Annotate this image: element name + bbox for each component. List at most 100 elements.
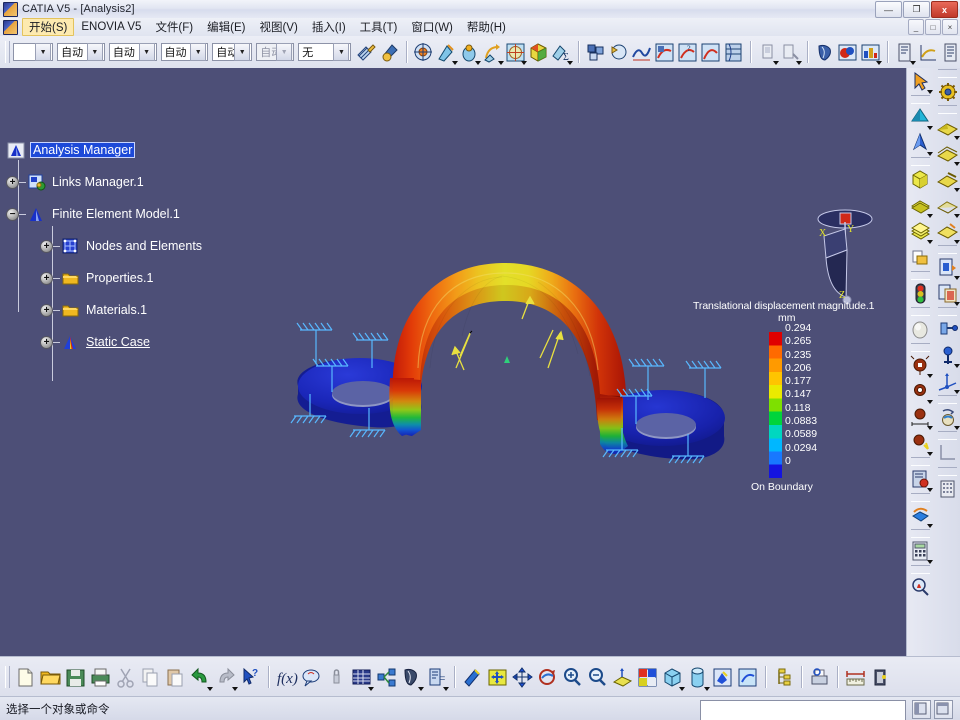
- chevron-down-icon[interactable]: [927, 214, 933, 218]
- print-icon[interactable]: [89, 666, 112, 689]
- building-icon[interactable]: [935, 477, 960, 502]
- render-style-icon[interactable]: [935, 343, 960, 368]
- chevron-down-icon[interactable]: [368, 686, 374, 691]
- normal-view-icon[interactable]: [461, 666, 484, 689]
- panel-toggle-icon[interactable]: [912, 700, 931, 719]
- power-copy-icon[interactable]: [908, 503, 933, 528]
- color-dropper-icon[interactable]: [379, 42, 400, 63]
- graph-icon[interactable]: [917, 42, 938, 63]
- corner-icon[interactable]: [935, 441, 960, 466]
- chevron-down-icon[interactable]: [679, 686, 685, 691]
- chevron-down-icon[interactable]: [927, 374, 933, 378]
- shading-material-icon[interactable]: [935, 167, 960, 192]
- window-toggle-icon[interactable]: [934, 700, 953, 719]
- report-advanced-icon[interactable]: [780, 42, 803, 65]
- chevron-down-icon[interactable]: [954, 276, 960, 280]
- chevron-down-icon[interactable]: [954, 240, 960, 244]
- menu-item-file[interactable]: 文件(F): [148, 18, 200, 36]
- chevron-down-icon[interactable]: [567, 60, 574, 65]
- results-mesh-icon[interactable]: [631, 42, 652, 63]
- moment-icon[interactable]: [482, 42, 505, 65]
- apply-material-icon[interactable]: [908, 105, 933, 130]
- chevron-down-icon[interactable]: [954, 188, 960, 192]
- deformation-icon[interactable]: [654, 42, 675, 63]
- plane-view-icon[interactable]: [908, 193, 933, 218]
- tree-node-finite-element-model[interactable]: − Finite Element Model.1: [6, 198, 204, 230]
- doc-restore-button[interactable]: □: [925, 19, 941, 35]
- toolbar-grip[interactable]: [5, 666, 10, 688]
- measure-between-icon[interactable]: [844, 666, 867, 689]
- fit-all-icon[interactable]: [486, 666, 509, 689]
- shading-icon[interactable]: [661, 666, 685, 691]
- doc-minimize-button[interactable]: _: [908, 19, 924, 35]
- multi-view-icon[interactable]: [636, 666, 659, 689]
- table-icon[interactable]: [350, 666, 374, 691]
- chevron-down-icon[interactable]: [954, 390, 960, 394]
- sum-sensor-icon[interactable]: Σ: [551, 42, 574, 65]
- chevron-down-icon[interactable]: ▼: [234, 43, 251, 61]
- tree-node-properties[interactable]: + Properties.1: [6, 262, 204, 294]
- menu-item-enovia[interactable]: ENOVIA V5: [74, 20, 148, 34]
- displacement-icon[interactable]: [700, 42, 721, 63]
- chevron-down-icon[interactable]: [927, 560, 933, 564]
- redo-icon[interactable]: [214, 666, 238, 691]
- ground-icon[interactable]: [611, 666, 634, 689]
- measure-inertia-icon[interactable]: [908, 431, 933, 456]
- tree-expander-plus[interactable]: +: [40, 303, 53, 317]
- adaptivity-icon[interactable]: [528, 42, 549, 63]
- model-manager-icon[interactable]: [814, 42, 835, 63]
- whats-this-icon[interactable]: ?: [239, 666, 262, 689]
- chevron-down-icon[interactable]: [954, 364, 960, 368]
- chevron-down-icon[interactable]: ▼: [35, 43, 52, 61]
- tree-node-analysis-manager[interactable]: Analysis Manager: [6, 134, 204, 166]
- catalog-icon[interactable]: [908, 467, 933, 492]
- chevron-down-icon[interactable]: [232, 686, 238, 691]
- rule-icon[interactable]: [400, 666, 424, 691]
- chevron-down-icon[interactable]: [927, 400, 933, 404]
- chevron-down-icon[interactable]: [207, 686, 213, 691]
- chevron-down-icon[interactable]: [452, 60, 459, 65]
- tree-expander-plus[interactable]: +: [40, 271, 53, 285]
- iso-view-icon[interactable]: [908, 167, 933, 192]
- chevron-down-icon[interactable]: [954, 302, 960, 306]
- command-input[interactable]: [700, 700, 906, 720]
- tree-expander-plus[interactable]: +: [40, 239, 53, 253]
- close-button[interactable]: x: [931, 1, 958, 18]
- measure-item-icon[interactable]: [908, 405, 933, 430]
- render-style-combo[interactable]: 自动 ▼: [57, 43, 105, 61]
- display-mode-combo[interactable]: 自动 ▼: [212, 43, 253, 61]
- report-gen-icon[interactable]: [894, 42, 916, 65]
- result-image-icon[interactable]: [837, 42, 858, 63]
- doc-close-button[interactable]: ×: [942, 19, 958, 35]
- compute-all-icon[interactable]: [585, 42, 606, 63]
- listing-icon[interactable]: [940, 42, 960, 63]
- chevron-down-icon[interactable]: [521, 60, 528, 65]
- chevron-down-icon[interactable]: [796, 60, 803, 65]
- von-mises-icon[interactable]: ?: [677, 42, 698, 63]
- open-icon[interactable]: [39, 666, 62, 689]
- image-layout-icon[interactable]: [860, 42, 883, 65]
- catia-menu-icon[interactable]: [3, 19, 18, 35]
- menu-item-start[interactable]: 开始(S): [22, 18, 75, 36]
- selection-mode-combo[interactable]: 自动 ▼: [160, 43, 209, 61]
- publication-icon[interactable]: [935, 405, 960, 430]
- restraint-clamp-icon[interactable]: [413, 42, 434, 63]
- minimize-button[interactable]: —: [875, 1, 902, 18]
- chevron-down-icon[interactable]: [954, 426, 960, 430]
- wireframe-icon[interactable]: [935, 193, 960, 218]
- chevron-down-icon[interactable]: [418, 686, 424, 691]
- chevron-down-icon[interactable]: [927, 524, 933, 528]
- render-icon[interactable]: [736, 666, 759, 689]
- load-force-icon[interactable]: [436, 42, 459, 65]
- menu-item-window[interactable]: 窗口(W): [404, 18, 460, 36]
- none-filter-combo[interactable]: 无 ▼: [298, 43, 352, 61]
- menu-item-view[interactable]: 视图(V): [252, 18, 304, 36]
- chevron-down-icon[interactable]: [954, 162, 960, 166]
- zoom-in-icon[interactable]: [561, 666, 584, 689]
- paste-icon[interactable]: [164, 666, 187, 689]
- chevron-down-icon[interactable]: [927, 488, 933, 492]
- chevron-down-icon[interactable]: [927, 126, 933, 130]
- chevron-down-icon[interactable]: [498, 60, 505, 65]
- apply-material-icon[interactable]: [711, 666, 734, 689]
- comment-icon[interactable]: [300, 666, 323, 689]
